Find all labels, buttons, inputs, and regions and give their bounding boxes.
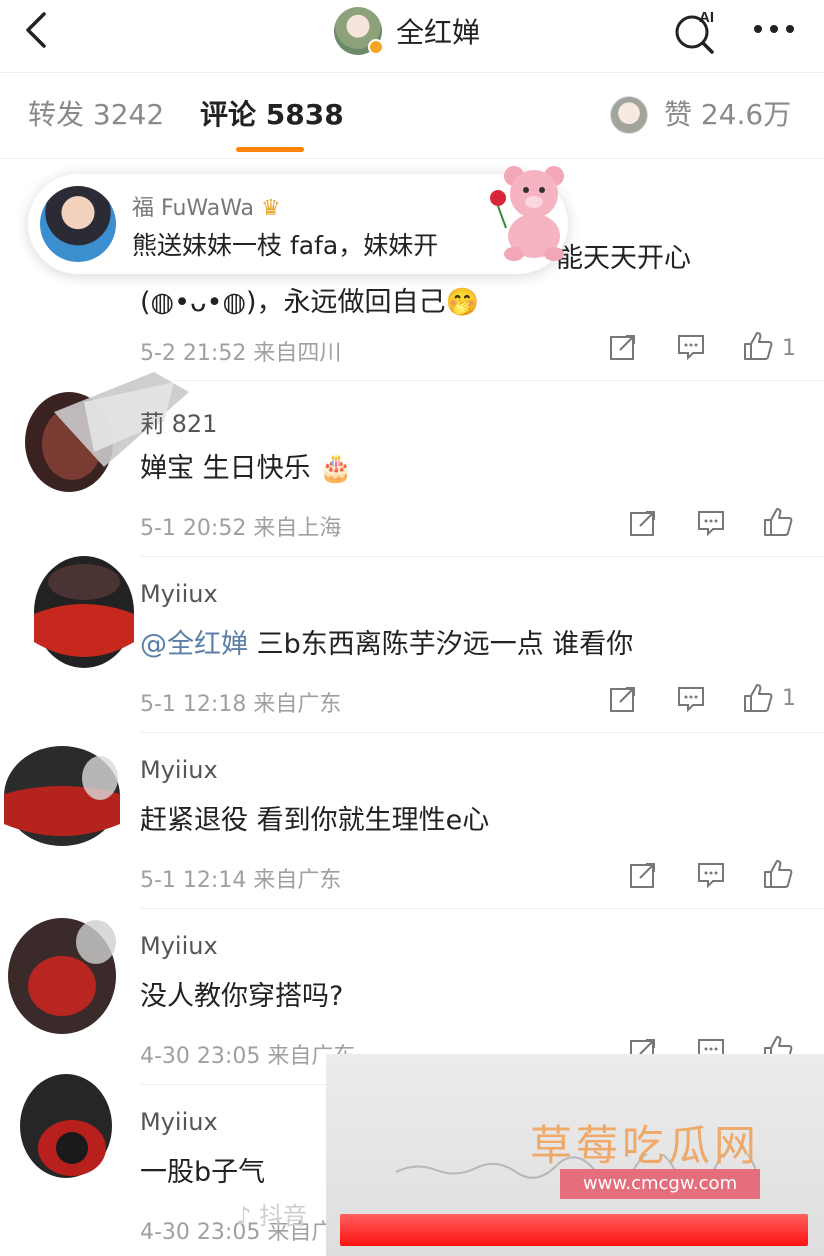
comment-meta: 5-1 20:52 来自上海: [140, 510, 341, 542]
comment-meta: 5-2 21:52 来自四川: [140, 335, 341, 367]
divider: [0, 72, 824, 73]
comment-time: 4-30 23:05: [140, 1044, 261, 1069]
comment-location: 来自上海: [253, 516, 342, 541]
comment-location: 来自广东: [253, 868, 342, 893]
tab-comment[interactable]: 评论 5838: [200, 90, 344, 140]
comment-meta: 5-1 12:14 来自广东: [140, 862, 341, 894]
divider: [0, 158, 824, 159]
comment-text: 没人教你穿搭吗?: [140, 981, 344, 1012]
like-count: 1: [782, 686, 796, 711]
gifter-name: 福 FuWaWa ♛: [132, 196, 281, 221]
blurred-avatar: [4, 912, 120, 1040]
watermark-url: www.cmcgw.com: [560, 1169, 760, 1199]
comment-time: 5-2 21:52: [140, 341, 247, 366]
gift-notification-card[interactable]: 福 FuWaWa ♛ 熊送妹妹一枝 fafa，妹妹开: [28, 166, 568, 274]
comment-time: 5-1 20:52: [140, 516, 247, 541]
commenter-name[interactable]: Myiiux: [140, 932, 218, 960]
teddy-bear-gift-icon: [484, 162, 576, 262]
divider: [140, 556, 824, 557]
reply-icon[interactable]: [696, 508, 726, 538]
blurred-avatar: [26, 542, 136, 672]
liker-avatar: [610, 96, 648, 134]
mention-link[interactable]: @全红婵: [140, 629, 248, 660]
active-tab-indicator: [236, 147, 304, 152]
blurred-avatar: [0, 738, 124, 858]
more-dots-icon[interactable]: [750, 14, 800, 44]
gift-message: 熊送妹妹一枝 fafa，妹妹开: [132, 231, 439, 260]
commenter-name[interactable]: Myiiux: [140, 580, 218, 608]
ai-label: AI: [699, 9, 714, 26]
share-icon[interactable]: [608, 332, 638, 362]
thumbs-up-icon[interactable]: [742, 682, 773, 712]
comment-text: 赶紧退役 看到你就生理性e心: [140, 805, 490, 836]
post-author[interactable]: 全红婵: [334, 7, 481, 55]
top-bar: 全红婵 AI: [0, 0, 824, 66]
page-title: 全红婵: [396, 16, 481, 49]
commenter-name[interactable]: Myiiux: [140, 756, 218, 784]
comment-location: 来自广东: [253, 692, 342, 717]
reply-icon[interactable]: [696, 860, 726, 890]
cake-emoji: 🎂: [319, 453, 353, 484]
thumbs-up-icon[interactable]: [762, 506, 793, 536]
thumbs-up-icon[interactable]: [742, 330, 773, 360]
red-bar: [340, 1214, 808, 1246]
divider: [140, 908, 824, 909]
comment-meta: 5-1 12:18 来自广东: [140, 686, 341, 718]
comment-text: 能天天开心: [556, 243, 691, 274]
divider: [140, 380, 824, 381]
share-icon[interactable]: [608, 684, 638, 714]
back-arrow-icon[interactable]: [18, 10, 58, 50]
blush-emoji: 🤭: [445, 287, 480, 318]
commenter-name[interactable]: 莉 821: [140, 404, 217, 439]
tab-bar: 转发 3242 评论 5838 赞 24.6万: [0, 90, 824, 152]
douyin-watermark: ♪ 抖音: [236, 1202, 307, 1230]
comment-location: 来自四川: [253, 341, 342, 366]
thumbs-up-icon[interactable]: [762, 858, 793, 888]
blurred-avatar: [16, 1070, 116, 1194]
comment-text-line2: (◍•ᴗ•◍)，永远做回自己🤭: [140, 287, 480, 318]
blurred-avatar: [14, 372, 194, 512]
gifter-avatar: [40, 186, 116, 262]
watermark-overlay: 草莓吃瓜网 www.cmcgw.com: [326, 1054, 824, 1256]
tab-repost[interactable]: 转发 3242: [28, 90, 164, 140]
comment-item: Myiiux 赶紧退役 看到你就生理性e心 5-1 12:14 来自广东: [0, 734, 824, 910]
comment-item: 莉 821 婵宝 生日快乐 🎂 5-1 20:52 来自上海: [0, 372, 824, 558]
comment-item: Myiiux @全红婵 三b东西离陈芋汐远一点 谁看你 5-1 12:18 来自…: [0, 556, 824, 734]
watermark-logo: 草莓吃瓜网: [530, 1121, 761, 1170]
divider: [140, 732, 824, 733]
author-avatar[interactable]: [334, 7, 384, 55]
reply-icon[interactable]: [676, 684, 706, 714]
verified-badge-icon: [368, 39, 384, 55]
share-icon[interactable]: [628, 860, 658, 890]
reply-icon[interactable]: [676, 332, 706, 362]
ai-search-icon[interactable]: AI: [672, 6, 724, 56]
share-icon[interactable]: [628, 508, 658, 538]
comment-time: 5-1 12:14: [140, 868, 247, 893]
commenter-name[interactable]: Myiiux: [140, 1108, 218, 1136]
comment-meta: 4-30 23:05 来自广东: [140, 1038, 355, 1070]
tab-like[interactable]: 赞 24.6万: [664, 90, 791, 140]
like-count: 1: [782, 336, 796, 361]
comment-time: 5-1 12:18: [140, 692, 247, 717]
crown-icon: ♛: [261, 196, 281, 221]
comment-text: 一股b子气: [140, 1157, 266, 1188]
comment-text: @全红婵 三b东西离陈芋汐远一点 谁看你: [140, 629, 634, 660]
comment-text: 婵宝 生日快乐 🎂: [140, 453, 353, 484]
